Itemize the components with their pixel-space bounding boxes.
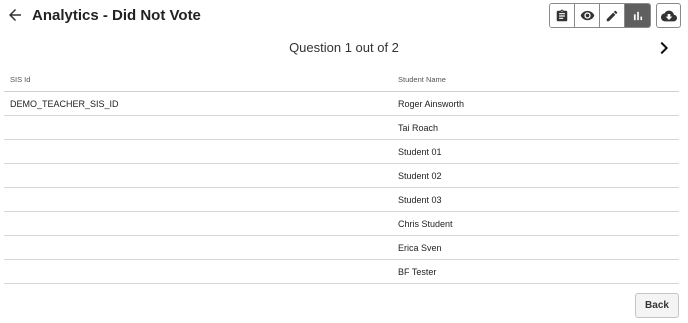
- edit-button[interactable]: [600, 4, 625, 27]
- view-mode-group: [549, 3, 651, 28]
- table-row: Student 01: [4, 140, 679, 164]
- did-not-vote-table: SIS Id Student Name DEMO_TEACHER_SIS_ID …: [4, 67, 679, 284]
- table-row: Student 02: [4, 164, 679, 188]
- table-row: Erica Sven: [4, 236, 679, 260]
- back-button[interactable]: Back: [635, 293, 679, 318]
- table-row: DEMO_TEACHER_SIS_ID Roger Ainsworth: [4, 92, 679, 116]
- analytics-page: Analytics - Did Not Vote Question 1 out …: [0, 0, 688, 323]
- column-header-sis-id: SIS Id: [10, 75, 31, 84]
- student-name-cell: Student 01: [398, 147, 442, 157]
- sis-id-cell: DEMO_TEACHER_SIS_ID: [10, 99, 119, 109]
- table-row: Chris Student: [4, 212, 679, 236]
- back-arrow-icon[interactable]: [6, 6, 24, 24]
- table-row: Tai Roach: [4, 116, 679, 140]
- table-row: BF Tester: [4, 260, 679, 284]
- student-name-cell: Student 02: [398, 171, 442, 181]
- student-name-cell: Tai Roach: [398, 123, 439, 133]
- student-name-cell: Student 03: [398, 195, 442, 205]
- analytics-button[interactable]: [625, 4, 650, 27]
- eye-icon: [580, 10, 594, 21]
- column-header-student-name: Student Name: [398, 75, 446, 84]
- question-counter: Question 1 out of 2: [289, 40, 399, 55]
- student-name-cell: Chris Student: [398, 219, 453, 229]
- student-name-cell: Roger Ainsworth: [398, 99, 465, 109]
- pencil-icon: [606, 10, 618, 21]
- clipboard-button[interactable]: [550, 4, 575, 27]
- student-name-cell: Erica Sven: [398, 243, 442, 253]
- bar-chart-icon: [633, 11, 642, 20]
- page-header: Analytics - Did Not Vote: [0, 0, 688, 32]
- view-toolbar: [549, 3, 681, 28]
- student-name-cell: BF Tester: [398, 267, 437, 277]
- table-row: Student 03: [4, 188, 679, 212]
- page-title: Analytics - Did Not Vote: [32, 7, 201, 24]
- chevron-right-icon[interactable]: [655, 39, 673, 57]
- download-button[interactable]: [656, 3, 681, 28]
- preview-button[interactable]: [575, 4, 600, 27]
- cloud-download-icon: [660, 10, 677, 21]
- table-header: SIS Id Student Name: [4, 67, 679, 92]
- clipboard-icon: [556, 9, 568, 21]
